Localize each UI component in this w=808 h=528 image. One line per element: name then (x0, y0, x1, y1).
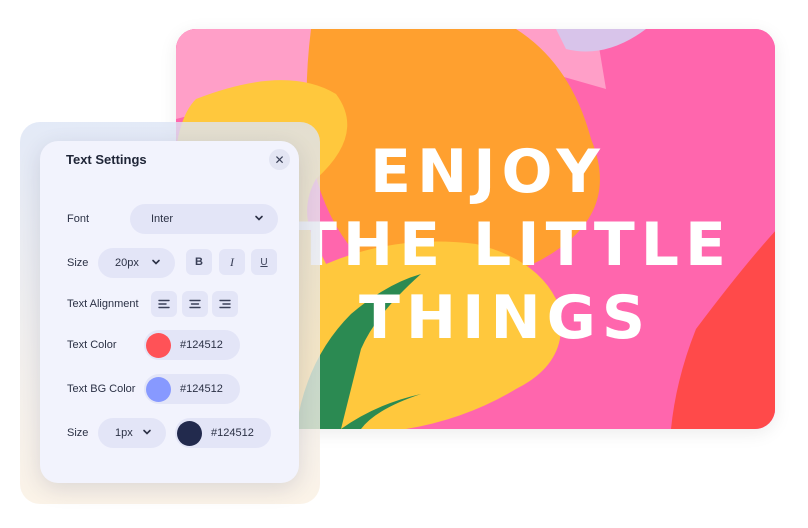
close-button[interactable]: ✕ (269, 149, 290, 170)
stroke-color-swatch (177, 420, 202, 446)
font-select[interactable]: Inter (130, 204, 278, 234)
headline-line-1: ENJOY (370, 137, 606, 207)
bold-icon: B (195, 256, 203, 268)
stroke-size-value: 1px (115, 427, 133, 439)
text-color-picker[interactable]: #124512 (144, 330, 240, 360)
stroke-color-hex: #124512 (211, 427, 254, 439)
chevron-down-icon (152, 259, 160, 265)
bold-button[interactable]: B (186, 249, 212, 275)
size-value: 20px (115, 257, 139, 269)
bg-color-picker[interactable]: #124512 (144, 374, 240, 404)
font-label: Font (67, 213, 90, 225)
bg-color-swatch (146, 376, 171, 402)
align-right-icon (219, 299, 231, 309)
bg-color-label: Text BG Color (67, 383, 136, 395)
text-color-swatch (146, 332, 171, 358)
size-select[interactable]: 20px (98, 248, 175, 278)
close-icon: ✕ (274, 152, 285, 167)
italic-button[interactable]: I (219, 249, 245, 275)
chevron-down-icon (143, 429, 151, 435)
align-center-icon (189, 299, 201, 309)
text-color-label: Text Color (67, 339, 117, 351)
align-left-button[interactable] (151, 291, 177, 317)
bg-color-hex: #124512 (180, 383, 223, 395)
underline-button[interactable]: U (251, 249, 277, 275)
alignment-label: Text Alignment (67, 298, 139, 310)
align-left-icon (158, 299, 170, 309)
headline-line-3: THINGS (359, 283, 652, 353)
text-settings-panel: Text Settings ✕ Font Inter Size 20px B I… (40, 141, 299, 483)
panel-title: Text Settings (66, 152, 147, 167)
stroke-color-picker[interactable]: #124512 (175, 418, 271, 448)
align-right-button[interactable] (212, 291, 238, 317)
align-center-button[interactable] (182, 291, 208, 317)
font-value: Inter (151, 213, 174, 225)
stroke-size-label: Size (67, 427, 89, 439)
chevron-down-icon (255, 215, 263, 221)
underline-icon: U (260, 256, 268, 268)
size-label: Size (67, 257, 89, 269)
stroke-size-select[interactable]: 1px (98, 418, 166, 448)
headline-line-2: THE LITTLE (296, 210, 733, 280)
italic-icon: I (230, 254, 234, 269)
text-color-hex: #124512 (180, 339, 223, 351)
